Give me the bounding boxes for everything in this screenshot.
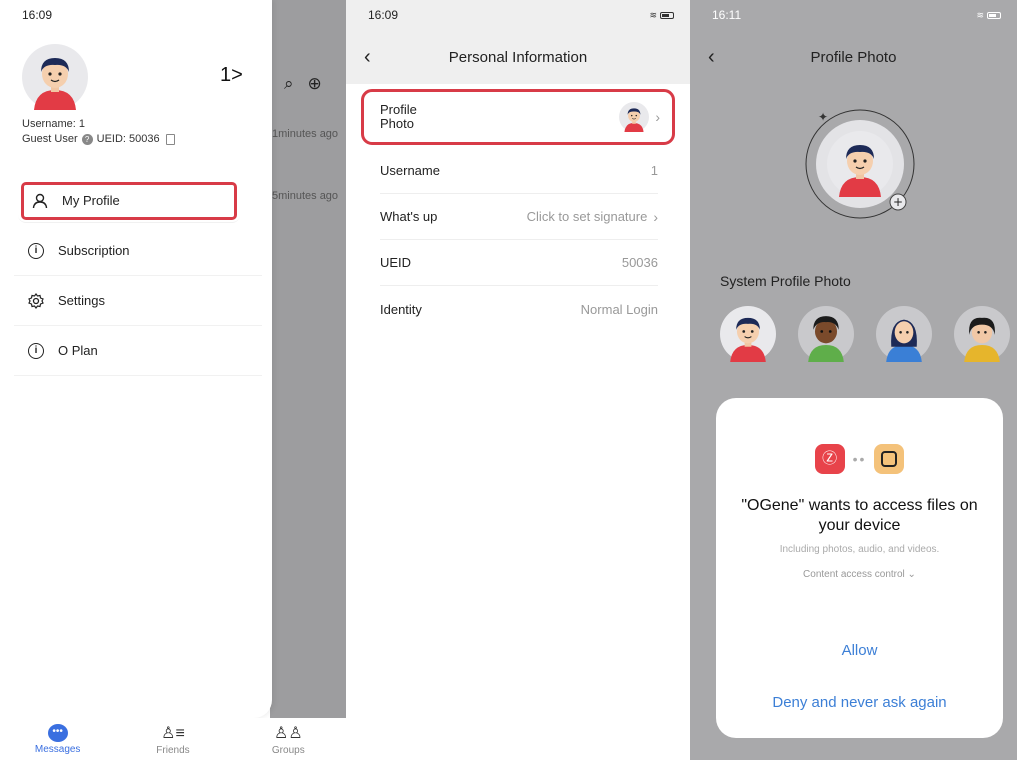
wifi-icon: ≋ — [649, 9, 657, 20]
connector-dots: •• — [852, 451, 867, 467]
dialog-title: "OGene" wants to access files on your de… — [741, 497, 978, 534]
row-label: What's up — [380, 209, 438, 224]
sparkle-icon: ✦ — [818, 110, 829, 124]
menu-label: Subscription — [58, 243, 130, 258]
username-text: Username: 1 — [22, 118, 85, 130]
groups-icon: ♙♙ — [273, 724, 303, 742]
info-list: Profile Photo › Username 1 What's up Cli… — [346, 89, 690, 332]
back-icon[interactable]: ‹ — [364, 46, 371, 69]
chevron-right-icon: › — [655, 109, 660, 125]
menu-item-settings[interactable]: Settings — [14, 276, 262, 326]
message-time: 1minutes ago — [272, 128, 339, 140]
screen-profile-photo: 16:11 ≋ ‹ Profile Photo + ✦ System Profi… — [690, 0, 1017, 760]
row-label: Profile Photo — [380, 102, 417, 131]
back-icon[interactable]: ‹ — [708, 46, 715, 69]
ueid-text: UEID: 50036 — [96, 133, 160, 145]
row-value: 50036 — [621, 255, 658, 270]
menu-label: O Plan — [58, 343, 98, 358]
content-access-control[interactable]: Content access control ⌄ — [716, 569, 1003, 580]
message-time: 5minutes ago — [272, 190, 339, 202]
side-drawer: 16:09 1> Username: 1 Guest User ? UEID: … — [0, 0, 272, 718]
chevron-down-icon: ⌄ — [907, 569, 916, 580]
bottom-tab-bar: ••• Messages ♙≡ Friends ♙♙ Groups — [0, 718, 346, 760]
gear-icon — [28, 292, 44, 309]
current-avatar[interactable]: + — [804, 108, 916, 220]
screen-menu-drawer: ⌕ ⊕ 1minutes ago 5minutes ago 16:09 1> U… — [0, 0, 346, 760]
chevron-right-icon: › — [653, 208, 658, 225]
status-bar: 16:11 ≋ — [690, 0, 1017, 30]
battery-icon — [987, 11, 1001, 19]
system-avatar-option[interactable] — [954, 306, 1010, 362]
menu-item-o-plan[interactable]: i O Plan — [14, 326, 262, 376]
person-icon — [32, 193, 48, 209]
dialog-subtitle: Including photos, audio, and videos. — [779, 544, 940, 555]
tab-label: Friends — [156, 744, 190, 756]
nav-bar: ‹ Personal Information — [346, 30, 690, 84]
deny-button[interactable]: Deny and never ask again — [716, 694, 1003, 711]
row-identity: Identity Normal Login — [380, 286, 658, 332]
search-icon[interactable]: ⌕ — [284, 74, 294, 94]
tab-label: Messages — [34, 743, 81, 755]
tab-groups[interactable]: ♙♙ Groups — [248, 723, 328, 756]
row-label: UEID — [380, 255, 412, 270]
status-time: 16:09 — [368, 8, 399, 22]
avatar[interactable] — [22, 44, 88, 110]
control-label: Content access control — [803, 569, 905, 580]
row-label: Identity — [380, 301, 422, 317]
profile-arrow[interactable]: 1> — [220, 64, 243, 87]
avatar — [619, 102, 649, 132]
help-icon[interactable]: ? — [81, 133, 93, 145]
files-app-icon — [874, 444, 905, 474]
guest-info: Guest User ? UEID: 50036 — [22, 133, 175, 145]
system-avatar-list — [720, 306, 1010, 362]
messages-list-background: ⌕ ⊕ 1minutes ago 5minutes ago — [270, 0, 346, 718]
tab-label: Groups — [271, 744, 305, 756]
chat-icon: ••• — [47, 723, 68, 742]
system-avatar-option[interactable] — [798, 306, 854, 362]
row-value: Normal Login — [580, 301, 658, 317]
status-bar: 16:09 — [0, 0, 272, 30]
status-bar: 16:09 ≋ — [346, 0, 690, 30]
svg-text:+: + — [893, 195, 903, 209]
status-time: 16:11 — [712, 8, 742, 22]
info-icon: i — [28, 242, 44, 259]
row-value: 1 — [650, 163, 658, 178]
allow-button[interactable]: Allow — [716, 642, 1003, 659]
friends-icon: ♙≡ — [161, 724, 185, 742]
nav-bar: ‹ Profile Photo — [690, 30, 1017, 84]
row-ueid: UEID 50036 — [380, 240, 658, 286]
battery-icon — [660, 11, 674, 19]
row-label: Username — [380, 163, 440, 178]
page-title: Profile Photo — [810, 48, 897, 66]
tab-messages[interactable]: ••• Messages — [18, 723, 98, 755]
screen-personal-information: 16:09 ≋ ‹ Personal Information Profile P… — [346, 0, 690, 760]
guest-label: Guest User — [22, 133, 78, 145]
row-profile-photo[interactable]: Profile Photo › — [361, 89, 675, 145]
ogene-app-icon: Ⓩ — [814, 444, 845, 474]
drawer-menu: My Profile i Subscription Settings i O P… — [14, 176, 262, 376]
row-whats-up[interactable]: What's up Click to set signature › — [380, 194, 658, 240]
row-value: Click to set signature — [526, 209, 648, 224]
system-photo-title: System Profile Photo — [720, 273, 851, 289]
system-avatar-option[interactable] — [876, 306, 932, 362]
menu-label: My Profile — [62, 193, 120, 208]
menu-label: Settings — [58, 293, 105, 308]
status-time: 16:09 — [22, 8, 53, 22]
system-avatar-option[interactable] — [720, 306, 776, 362]
add-circle-icon[interactable]: ⊕ — [308, 74, 322, 94]
permission-dialog: Ⓩ •• "OGene" wants to access files on yo… — [716, 398, 1003, 738]
copy-icon[interactable] — [165, 133, 175, 145]
page-title: Personal Information — [448, 48, 588, 66]
row-username[interactable]: Username 1 — [380, 148, 658, 194]
wifi-icon: ≋ — [976, 9, 984, 20]
menu-item-my-profile[interactable]: My Profile — [18, 179, 240, 223]
info-icon: i — [28, 342, 44, 359]
menu-item-subscription[interactable]: i Subscription — [14, 226, 262, 276]
tab-friends[interactable]: ♙≡ Friends — [133, 723, 213, 756]
